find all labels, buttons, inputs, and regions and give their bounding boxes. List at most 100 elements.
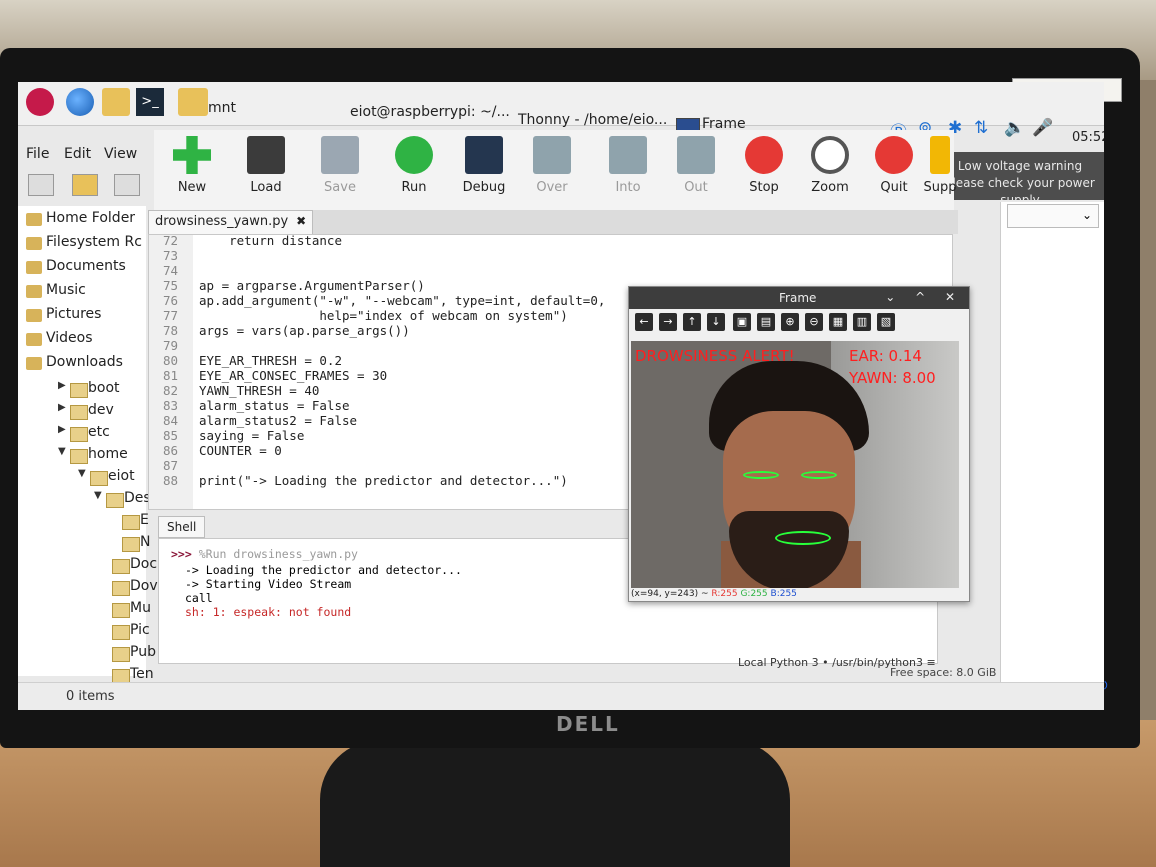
file-manager-toolbar bbox=[18, 174, 153, 204]
zoom-in-icon[interactable]: ⊕ bbox=[781, 313, 799, 331]
load-button[interactable]: Load bbox=[238, 130, 294, 206]
tree-item-label: Pic bbox=[130, 622, 150, 638]
expand-arrow-icon[interactable]: ▶ bbox=[58, 402, 66, 413]
menu-edit[interactable]: Edit bbox=[64, 146, 91, 162]
window-controls[interactable]: ⌄ ^ ✕ bbox=[885, 290, 963, 304]
close-icon[interactable]: ✖ bbox=[296, 214, 306, 228]
new-window-icon[interactable] bbox=[28, 174, 54, 196]
zoom-button[interactable]: Zoom bbox=[802, 130, 858, 206]
arrow-up-icon[interactable]: ↑ bbox=[683, 313, 701, 331]
low-voltage-title: Low voltage warning bbox=[957, 159, 1083, 173]
line-number: 81 bbox=[163, 368, 179, 383]
quit-icon bbox=[875, 136, 913, 174]
stop-button[interactable]: Stop bbox=[736, 130, 792, 206]
tree-item[interactable]: ▼ Des bbox=[94, 490, 151, 510]
tab-label: drowsiness_yawn.py bbox=[155, 214, 289, 229]
file-manager-sidebar: Home Folder Filesystem Rc Documents Musi… bbox=[18, 206, 158, 684]
volume-icon[interactable]: 🔈 bbox=[1004, 118, 1025, 138]
zoom-out-icon[interactable]: ⊖ bbox=[805, 313, 823, 331]
tree-item-label: Pub bbox=[130, 644, 156, 660]
tab-drowsiness-yawn[interactable]: drowsiness_yawn.py ✖ bbox=[148, 210, 314, 234]
yawn-value-text: YAWN: 8.00 bbox=[849, 369, 936, 387]
microphone-icon[interactable]: 🎤 bbox=[1032, 118, 1053, 138]
taskbar-clock[interactable]: 05:52 bbox=[1072, 130, 1104, 145]
place-documents[interactable]: Documents bbox=[26, 258, 126, 280]
tree-item-label: Dov bbox=[130, 578, 158, 594]
tree-item[interactable]: N bbox=[110, 534, 150, 554]
arrow-left-icon[interactable]: ← bbox=[635, 313, 653, 331]
tree-item[interactable]: ▶ etc bbox=[58, 424, 110, 444]
tree-item[interactable]: Pub bbox=[100, 644, 156, 664]
step-into-label: Into bbox=[615, 180, 641, 195]
tree-item-label: eiot bbox=[108, 468, 135, 484]
code-line: EYE_AR_CONSEC_FRAMES = 30 bbox=[199, 368, 388, 383]
new-button[interactable]: New bbox=[164, 130, 220, 206]
raspberry-menu-icon[interactable] bbox=[26, 88, 54, 116]
folder-task-icon[interactable] bbox=[178, 88, 208, 116]
menu-file[interactable]: File bbox=[26, 146, 49, 162]
location-combo[interactable]: ⌄ bbox=[1007, 204, 1099, 228]
arrow-right-icon[interactable]: → bbox=[659, 313, 677, 331]
view-mode-icon[interactable] bbox=[114, 174, 140, 196]
browser-globe-icon[interactable] bbox=[66, 88, 94, 116]
properties-icon[interactable]: ▧ bbox=[877, 313, 895, 331]
expand-arrow-icon[interactable]: ▶ bbox=[58, 380, 66, 391]
step-out-button[interactable]: Out bbox=[668, 130, 724, 206]
fit-window-icon[interactable]: ▣ bbox=[733, 313, 751, 331]
new-folder-icon[interactable] bbox=[72, 174, 98, 196]
place-downloads[interactable]: Downloads bbox=[26, 354, 123, 376]
tree-item[interactable]: Pic bbox=[100, 622, 150, 642]
terminal-icon[interactable]: >_ bbox=[136, 88, 164, 116]
expand-arrow-icon[interactable]: ▶ bbox=[58, 424, 66, 435]
load-icon bbox=[247, 136, 285, 174]
tree-item[interactable]: Dov bbox=[100, 578, 158, 598]
expand-arrow-icon[interactable]: ▼ bbox=[78, 468, 86, 479]
line-number: 79 bbox=[163, 338, 179, 353]
arrow-down-icon[interactable]: ↓ bbox=[707, 313, 725, 331]
step-into-button[interactable]: Into bbox=[600, 130, 656, 206]
item-count: 0 items bbox=[66, 689, 115, 704]
tree-item[interactable]: ▼ home bbox=[58, 446, 128, 466]
save-icon bbox=[321, 136, 359, 174]
step-over-button[interactable]: Over bbox=[524, 130, 580, 206]
ear-value-text: EAR: 0.14 bbox=[849, 347, 922, 365]
debug-button[interactable]: Debug bbox=[456, 130, 512, 206]
zoom-original-icon[interactable]: ▤ bbox=[757, 313, 775, 331]
support-button[interactable]: Supp bbox=[920, 130, 960, 206]
taskbar-item-terminal[interactable]: eiot@raspberrypi: ~/... bbox=[350, 104, 510, 126]
expand-arrow-icon[interactable]: ▼ bbox=[58, 446, 66, 457]
copy-icon[interactable]: ▥ bbox=[853, 313, 871, 331]
tree-item[interactable]: ▶ boot bbox=[58, 380, 120, 400]
place-home-folder[interactable]: Home Folder bbox=[26, 210, 135, 232]
save-button[interactable]: Save bbox=[312, 130, 368, 206]
menu-view[interactable]: View bbox=[104, 146, 137, 162]
debug-icon bbox=[465, 136, 503, 174]
file-manager-statusbar: 0 items bbox=[18, 682, 1104, 710]
run-label: Run bbox=[401, 180, 427, 195]
place-music[interactable]: Music bbox=[26, 282, 86, 304]
chevron-down-icon[interactable]: ⌄ bbox=[1082, 208, 1092, 222]
quit-button[interactable]: Quit bbox=[866, 130, 922, 206]
interpreter-selector[interactable]: Local Python 3 • /usr/bin/python3 ≡ bbox=[738, 656, 936, 669]
save-image-icon[interactable]: ▦ bbox=[829, 313, 847, 331]
tab-shell[interactable]: Shell bbox=[158, 516, 206, 538]
place-videos[interactable]: Videos bbox=[26, 330, 93, 352]
tree-item[interactable]: Mu bbox=[100, 600, 151, 620]
tree-item[interactable]: E bbox=[110, 512, 149, 532]
tree-item[interactable]: ▶ dev bbox=[58, 402, 114, 422]
frame-titlebar[interactable]: Frame ⌄ ^ ✕ bbox=[629, 287, 969, 309]
taskbar-item-mnt[interactable]: mnt bbox=[208, 100, 236, 122]
expand-arrow-icon[interactable]: ▼ bbox=[94, 490, 102, 501]
step-out-icon bbox=[677, 136, 715, 174]
save-label: Save bbox=[324, 180, 356, 195]
place-filesystem[interactable]: Filesystem Rc bbox=[26, 234, 142, 256]
run-button[interactable]: Run bbox=[386, 130, 442, 206]
file-manager-icon[interactable] bbox=[102, 88, 130, 116]
place-pictures[interactable]: Pictures bbox=[26, 306, 101, 328]
frame-window[interactable]: Frame ⌄ ^ ✕ ← → ↑ ↓ ▣ ▤ ⊕ ⊖ ▦ ▥ ▧ DROWSI… bbox=[628, 286, 970, 602]
tree-item[interactable]: ▼ eiot bbox=[78, 468, 135, 488]
face-subject bbox=[709, 361, 869, 588]
tree-item[interactable]: Doc bbox=[100, 556, 157, 576]
low-voltage-warning[interactable]: Low voltage warning Please check your po… bbox=[936, 152, 1104, 207]
network-icon[interactable]: ⇅ bbox=[974, 118, 988, 138]
